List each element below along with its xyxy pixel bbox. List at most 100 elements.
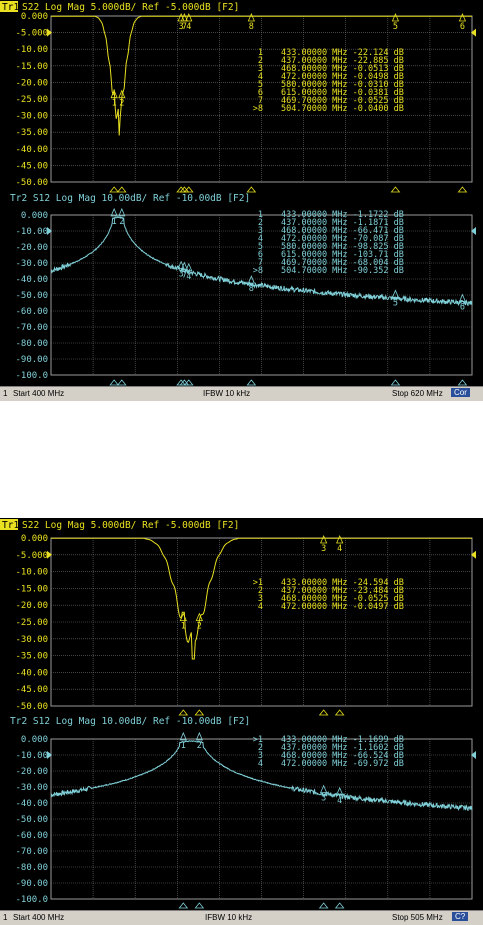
marker-position-indicator <box>246 379 257 386</box>
y-tick-label: -45.00 <box>15 685 48 695</box>
s12-marker-3-label: 3 <box>321 794 326 804</box>
ifbw-setting[interactable]: IFBW 10 kHz <box>205 913 252 922</box>
marker-position-indicator <box>318 902 329 909</box>
s22-marker-1-label: 1 <box>181 622 186 632</box>
s22-marker-3-label: 3 <box>321 544 326 554</box>
y-tick-label: -50.00 <box>15 291 48 301</box>
s12-marker-1-label: 1 <box>181 741 186 751</box>
y-tick-label: 0.000 <box>21 12 48 22</box>
y-tick-label: -20.00 <box>15 78 48 88</box>
y-tick-label: -10.00 <box>15 568 48 578</box>
analyzer-plot-2: Tr1 S22 Log Mag 5.000dB/ Ref -5.000dB [F2… <box>0 519 476 909</box>
marker-position-indicator <box>109 186 119 193</box>
s22-marker-5 <box>391 12 400 22</box>
y-tick-label: -80.00 <box>15 863 48 873</box>
y-tick-label: -20.00 <box>15 601 48 611</box>
y-tick-label: -40.00 <box>15 275 48 285</box>
marker-position-indicator <box>178 709 189 716</box>
trace1-badge: Tr1 <box>2 2 19 13</box>
s22-marker-2-label: 2 <box>119 99 124 109</box>
marker-table-id: 4 <box>258 602 263 612</box>
s22-marker-4 <box>336 534 344 544</box>
marker-position-indicator <box>116 379 127 386</box>
analyzer-screen-1: Tr1 S22 Log Mag 5.000dB/ Ref -5.000dB [F2… <box>0 0 483 386</box>
s12-marker-6-label: 6 <box>460 303 465 313</box>
y-tick-label: -20.00 <box>15 767 48 777</box>
s12-marker-2-label: 2 <box>119 217 124 227</box>
y-tick-label: -20.00 <box>15 243 48 253</box>
y-tick-label: -70.00 <box>15 847 48 857</box>
s22-marker-4-label: 4 <box>337 544 342 554</box>
s12-marker-4-label: 4 <box>186 272 191 282</box>
y-tick-label: -15.00 <box>15 62 48 72</box>
s22-marker-1-label: 1 <box>112 99 117 109</box>
s22-marker-3 <box>320 534 328 544</box>
y-tick-label: -30.00 <box>15 112 48 122</box>
y-tick-label: -70.00 <box>15 323 48 333</box>
y-tick-label: -25.00 <box>15 618 48 628</box>
marker-table-readout: 472.00000 MHz -69.972 dB <box>281 759 404 769</box>
y-tick-label: -5.000 <box>15 551 48 561</box>
y-tick-label: -45.00 <box>15 161 48 171</box>
marker-position-indicator <box>334 902 345 909</box>
ifbw-setting[interactable]: IFBW 10 kHz <box>203 389 250 398</box>
y-tick-label: -60.00 <box>15 831 48 841</box>
marker-position-indicator <box>457 379 468 386</box>
y-tick-label: -50.00 <box>15 178 48 188</box>
marker-position-indicator <box>390 379 401 386</box>
marker-table-readout: 504.70000 MHz -0.0400 dB <box>281 104 404 114</box>
s12-marker-4-label: 4 <box>337 796 342 806</box>
analyzer-screen-2: Tr1 S22 Log Mag 5.000dB/ Ref -5.000dB [F2… <box>0 518 483 910</box>
status-bar-2: 1 Start 400 MHz IFBW 10 kHz Stop 505 MHz… <box>0 910 483 925</box>
s12-marker-5-label: 5 <box>393 298 398 308</box>
analyzer-plot-1: Tr1 S22 Log Mag 5.000dB/ Ref -5.000dB [F2… <box>0 1 476 386</box>
y-tick-label: -15.00 <box>15 584 48 594</box>
marker-position-indicator <box>194 902 205 909</box>
marker-table-id: 4 <box>258 759 263 769</box>
correction-badge[interactable]: C? <box>452 912 469 921</box>
y-tick-label: -40.00 <box>15 799 48 809</box>
stop-frequency[interactable]: Stop 620 MHz <box>392 389 443 398</box>
y-tick-label: -50.00 <box>15 702 48 712</box>
y-tick-label: -30.00 <box>15 259 48 269</box>
marker-position-indicator <box>116 186 127 193</box>
s22-marker-4-label: 4 <box>186 22 191 32</box>
marker-table-readout: 504.70000 MHz -90.352 dB <box>281 266 404 276</box>
y-tick-label: -10.00 <box>15 45 48 55</box>
y-tick-label: 0.000 <box>21 211 48 221</box>
s22-marker-6 <box>458 12 467 22</box>
s22-marker-7-label: 7 <box>182 22 187 32</box>
y-tick-label: -25.00 <box>15 95 48 105</box>
marker-table-id: >8 <box>253 266 263 276</box>
start-frequency[interactable]: Start 400 MHz <box>13 389 64 398</box>
marker-table-id: >8 <box>253 104 263 114</box>
y-tick-label: -100.0 <box>15 371 48 381</box>
y-tick-label: -40.00 <box>15 145 48 155</box>
s12-marker-7-label: 7 <box>182 271 187 281</box>
y-tick-label: -40.00 <box>15 668 48 678</box>
y-tick-label: -50.00 <box>15 815 48 825</box>
correction-badge[interactable]: Cor <box>451 388 470 397</box>
y-tick-label: -90.00 <box>15 355 48 365</box>
marker-position-indicator <box>109 379 119 386</box>
stop-frequency[interactable]: Stop 505 MHz <box>392 913 443 922</box>
s22-marker-2-label: 2 <box>197 622 202 632</box>
y-tick-label: -30.00 <box>15 783 48 793</box>
marker-position-indicator <box>194 709 205 716</box>
trace1-header: S22 Log Mag 5.000dB/ Ref -5.000dB [F2] <box>22 520 239 531</box>
s12-marker-3 <box>320 784 328 794</box>
marker-position-indicator <box>178 902 189 909</box>
channel-number: 1 <box>3 913 8 922</box>
y-tick-label: -10.00 <box>15 751 48 761</box>
y-tick-label: 0.000 <box>21 534 48 544</box>
marker-position-indicator <box>246 186 257 193</box>
status-bar-1: 1 Start 400 MHz IFBW 10 kHz Stop 620 MHz… <box>0 386 483 401</box>
y-tick-label: -35.00 <box>15 652 48 662</box>
marker-position-indicator <box>390 186 401 193</box>
start-frequency[interactable]: Start 400 MHz <box>13 913 64 922</box>
s12-marker-8-label: 8 <box>249 284 254 294</box>
y-tick-label: -80.00 <box>15 339 48 349</box>
s22-marker-8-label: 8 <box>249 22 254 32</box>
s22-marker-5-label: 5 <box>393 22 398 32</box>
y-tick-label: -10.00 <box>15 227 48 237</box>
